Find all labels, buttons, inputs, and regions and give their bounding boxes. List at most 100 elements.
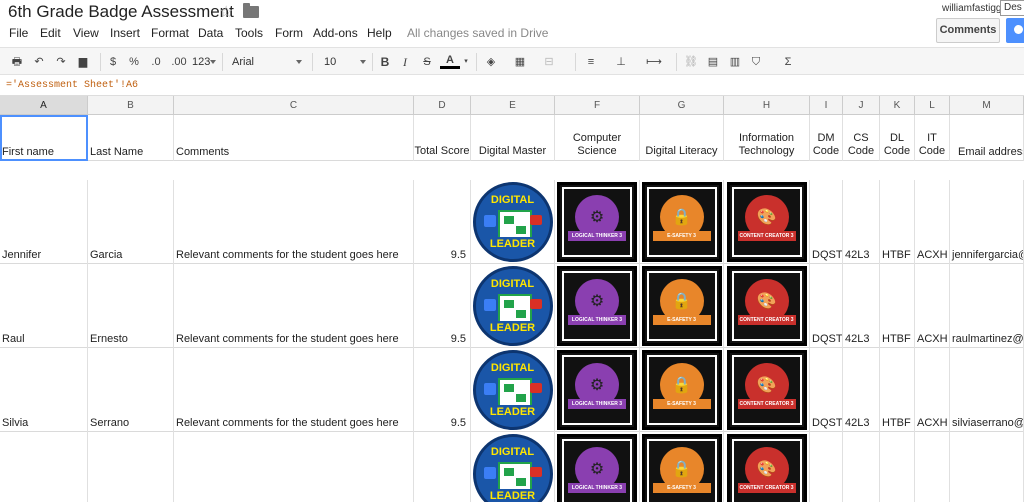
insert-comment-icon[interactable]: ▤ xyxy=(705,53,721,71)
text-wrap-icon[interactable]: ⟼ xyxy=(644,53,664,71)
table-cell[interactable]: silviaserrano@ xyxy=(950,348,1024,432)
bold-button[interactable]: B xyxy=(378,53,392,71)
table-cell[interactable]: ACXH xyxy=(915,432,950,502)
table-cell[interactable]: 9.5 xyxy=(414,432,471,502)
table-cell[interactable]: raulmartinez@ xyxy=(950,264,1024,348)
insert-link-icon[interactable]: ⛓ xyxy=(682,53,700,71)
table-cell[interactable]: Jennifer xyxy=(0,180,88,264)
header-cell[interactable]: Last Name xyxy=(88,115,174,161)
text-color-button[interactable]: A xyxy=(440,53,460,69)
font-dropdown[interactable]: Arial xyxy=(232,53,302,71)
column-header-i[interactable]: I xyxy=(810,96,843,115)
column-header-e[interactable]: E xyxy=(471,96,555,115)
table-cell[interactable]: Relevant comments for the student goes h… xyxy=(174,264,414,348)
column-header-d[interactable]: D xyxy=(414,96,471,115)
table-cell[interactable]: 42L3 xyxy=(843,348,880,432)
table-cell[interactable]: 🎨 CONTENT CREATOR 3 xyxy=(724,264,810,348)
table-cell[interactable]: ⚙ LOGICAL THINKER 3 xyxy=(555,432,640,502)
table-cell[interactable]: Raul xyxy=(0,264,88,348)
table-cell[interactable]: 🔒 E-SAFETY 3 xyxy=(640,264,724,348)
table-cell[interactable]: Relevant comments for the student goes h… xyxy=(174,432,414,502)
table-cell[interactable]: DQST xyxy=(810,180,843,264)
table-cell[interactable]: DIGITAL LEADER xyxy=(471,348,555,432)
comments-button[interactable]: Comments xyxy=(936,18,1000,43)
menu-edit[interactable]: Edit xyxy=(40,26,61,40)
header-cell[interactable]: Digital Master xyxy=(471,115,555,161)
table-cell[interactable]: 9.5 xyxy=(414,348,471,432)
table-cell[interactable]: DQST xyxy=(810,264,843,348)
italic-button[interactable]: I xyxy=(398,53,412,71)
table-cell[interactable]: 42L3 xyxy=(843,180,880,264)
header-cell[interactable]: Comments xyxy=(174,115,414,161)
header-cell[interactable]: IT Code xyxy=(915,115,950,161)
table-cell[interactable]: HTBF xyxy=(880,180,915,264)
column-header-h[interactable]: H xyxy=(724,96,810,115)
functions-icon[interactable]: Σ xyxy=(780,53,796,71)
table-cell[interactable]: DIGITAL LEADER xyxy=(471,264,555,348)
currency-format-button[interactable]: $ xyxy=(106,53,120,71)
font-size-dropdown[interactable]: 10 xyxy=(324,53,366,71)
table-cell[interactable]: ACXH xyxy=(915,348,950,432)
column-header-a[interactable]: A xyxy=(0,96,88,115)
column-header-k[interactable]: K xyxy=(880,96,915,115)
header-cell[interactable]: Email address xyxy=(950,115,1024,161)
table-cell[interactable]: 🔒 E-SAFETY 3 xyxy=(640,348,724,432)
text-color-dropdown-icon[interactable]: ▾ xyxy=(462,53,470,71)
table-cell[interactable]: HTBF xyxy=(880,348,915,432)
menu-data[interactable]: Data xyxy=(198,26,223,40)
header-cell[interactable]: Computer Science xyxy=(555,115,640,161)
menu-help[interactable]: Help xyxy=(367,26,392,40)
table-cell[interactable]: Relevant comments for the student goes h… xyxy=(174,180,414,264)
header-cell[interactable]: DM Code xyxy=(810,115,843,161)
paint-format-icon[interactable]: ▆ xyxy=(74,53,92,71)
more-formats-dropdown[interactable]: 123 xyxy=(192,53,216,71)
header-cell[interactable]: First name xyxy=(0,115,88,161)
table-cell[interactable]: Garcia xyxy=(88,180,174,264)
table-cell[interactable]: DIGITAL LEADER xyxy=(471,180,555,264)
table-cell[interactable]: ACXH xyxy=(915,264,950,348)
document-title[interactable]: 6th Grade Badge Assessment xyxy=(8,2,234,22)
header-cell[interactable]: Information Technology xyxy=(724,115,810,161)
table-cell[interactable]: ACXH xyxy=(915,180,950,264)
undo-icon[interactable]: ↶ xyxy=(30,53,48,71)
column-header-l[interactable]: L xyxy=(915,96,950,115)
print-icon[interactable]: 🖶 xyxy=(8,53,26,71)
percent-format-button[interactable]: % xyxy=(126,53,142,71)
table-cell[interactable]: DIGITAL LEADER xyxy=(471,432,555,502)
spreadsheet-grid[interactable]: A B C D E F G H I J K L M First name Las… xyxy=(0,96,1024,502)
menu-insert[interactable]: Insert xyxy=(110,26,140,40)
table-cell[interactable]: 🎨 CONTENT CREATOR 3 xyxy=(724,180,810,264)
star-icon[interactable]: ☆ xyxy=(219,2,233,22)
menu-format[interactable]: Format xyxy=(151,26,189,40)
table-cell[interactable]: Fastiggi xyxy=(88,432,174,502)
folder-icon[interactable] xyxy=(243,3,259,18)
table-cell[interactable]: ⚙ LOGICAL THINKER 3 xyxy=(555,348,640,432)
borders-icon[interactable]: ▦ xyxy=(512,53,528,71)
table-cell[interactable]: 🎨 CONTENT CREATOR 3 xyxy=(724,432,810,502)
header-cell[interactable]: CS Code xyxy=(843,115,880,161)
decrease-decimal-button[interactable]: .0 xyxy=(146,53,166,71)
increase-decimal-button[interactable]: .00 xyxy=(168,53,190,71)
menu-form[interactable]: Form xyxy=(275,26,303,40)
menu-view[interactable]: View xyxy=(73,26,99,40)
align-vertical-icon[interactable]: ⊥ xyxy=(613,53,629,71)
menu-file[interactable]: File xyxy=(9,26,28,40)
header-cell[interactable]: DL Code xyxy=(880,115,915,161)
table-cell[interactable]: Relevant comments for the student goes h… xyxy=(174,348,414,432)
merge-cells-icon[interactable]: ⊟ xyxy=(540,53,558,71)
table-cell[interactable]: 9.5 xyxy=(414,180,471,264)
filter-icon[interactable]: ⛉ xyxy=(748,53,764,71)
table-cell[interactable]: ⚙ LOGICAL THINKER 3 xyxy=(555,180,640,264)
formula-bar[interactable]: ='Assessment Sheet'!A6 xyxy=(0,79,1024,96)
header-cell[interactable]: Digital Literacy xyxy=(640,115,724,161)
table-cell[interactable]: DQST xyxy=(810,432,843,502)
align-horizontal-icon[interactable]: ≡ xyxy=(583,53,599,71)
table-cell[interactable]: Will xyxy=(0,432,88,502)
redo-icon[interactable]: ↷ xyxy=(52,53,70,71)
fill-color-icon[interactable]: ◈ xyxy=(482,53,500,71)
table-cell[interactable]: 9.5 xyxy=(414,264,471,348)
table-cell[interactable]: williamfastiggi xyxy=(950,432,1024,502)
table-cell[interactable]: 🎨 CONTENT CREATOR 3 xyxy=(724,348,810,432)
column-header-m[interactable]: M xyxy=(950,96,1024,115)
table-cell[interactable]: Silvia xyxy=(0,348,88,432)
